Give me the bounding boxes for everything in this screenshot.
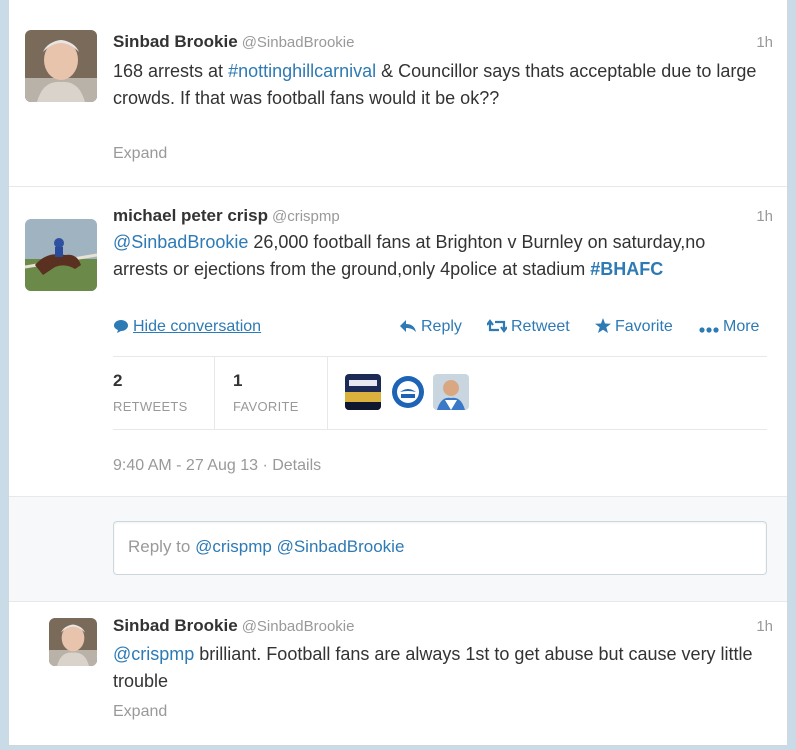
tweet-timestamp[interactable]: 9:40 AM - 27 Aug 13 [113, 457, 258, 474]
reply-input[interactable]: Reply to @crispmp @SinbadBrookie [113, 521, 767, 575]
expand-link[interactable]: Expand [113, 703, 167, 721]
tweet-text-part: brilliant. Football fans are always 1st … [113, 644, 753, 691]
tweet-time[interactable]: 1h [756, 618, 773, 635]
stat-divider [214, 357, 215, 429]
avatar[interactable] [25, 219, 97, 291]
avatar[interactable] [390, 374, 426, 410]
star-icon [595, 318, 611, 333]
author-name[interactable]: michael peter crisp [113, 206, 268, 225]
retweets-label: RETWEETS [113, 399, 188, 414]
tweet-text-part: 168 arrests at [113, 61, 229, 81]
reply-prefix: Reply to [128, 537, 196, 556]
reply-button[interactable]: Reply [399, 318, 462, 336]
more-button[interactable]: More [699, 318, 759, 336]
avatar[interactable] [49, 618, 97, 666]
avatar[interactable] [345, 374, 381, 410]
tweet-time[interactable]: 1h [756, 34, 773, 51]
retweets-count: 2 [113, 371, 123, 390]
reply-placeholder: Reply to @crispmp @SinbadBrookie [128, 537, 404, 557]
reply-zone: Reply to @crispmp @SinbadBrookie [9, 496, 787, 602]
favorite-button[interactable]: Favorite [595, 318, 673, 336]
author-handle[interactable]: @SinbadBrookie [242, 34, 355, 51]
author-handle[interactable]: @SinbadBrookie [242, 618, 355, 635]
mention-link[interactable]: @crispmp [113, 644, 194, 664]
author-handle[interactable]: @crispmp [272, 208, 340, 225]
avatar[interactable] [25, 30, 97, 102]
reply-arrow-icon [400, 320, 416, 332]
hashtag-link[interactable]: #nottinghillcarnival [228, 61, 376, 81]
tweet-3[interactable]: Sinbad Brookie @SinbadBrookie 1h @crispmp… [9, 601, 787, 746]
favorites-count: 1 [233, 371, 243, 390]
tweet-text: @crispmp brilliant. Football fans are al… [113, 641, 757, 695]
more-dots-icon [699, 327, 719, 333]
reply-mentions: @crispmp @SinbadBrookie [195, 537, 405, 556]
retweets-stat[interactable]: 2 RETWEETS [113, 371, 188, 414]
author-name[interactable]: Sinbad Brookie [113, 616, 238, 635]
hide-conversation-label: Hide conversation [133, 318, 262, 335]
retweet-icon [486, 319, 508, 333]
reply-label: Reply [421, 318, 462, 335]
retweet-button[interactable]: Retweet [486, 318, 570, 336]
retweet-label: Retweet [511, 318, 570, 335]
speech-bubble-icon [114, 320, 128, 333]
mention-link[interactable]: @SinbadBrookie [113, 232, 248, 252]
favorites-stat[interactable]: 1 FAVORITE [233, 371, 299, 414]
tweet-stats: 2 RETWEETS 1 FAVORITE [113, 356, 767, 430]
tweet-text: 168 arrests at #nottinghillcarnival & Co… [113, 58, 757, 112]
tweet-thread: Sinbad Brookie @SinbadBrookie 1h 168 arre… [8, 0, 788, 746]
author-name[interactable]: Sinbad Brookie [113, 32, 238, 51]
hashtag-link[interactable]: #BHAFC [590, 259, 663, 279]
favorites-label: FAVORITE [233, 399, 299, 414]
tweet-meta: 9:40 AM - 27 Aug 13 · Details [113, 457, 322, 474]
tweet-2: michael peter crisp @crispmp 1h @SinbadBr… [9, 187, 787, 496]
stat-divider [327, 357, 328, 429]
tweet-1[interactable]: Sinbad Brookie @SinbadBrookie 1h 168 arre… [9, 0, 787, 186]
expand-link[interactable]: Expand [113, 145, 167, 163]
hide-conversation-button[interactable]: Hide conversation [113, 318, 261, 336]
more-label: More [723, 318, 760, 335]
details-link[interactable]: Details [272, 457, 321, 474]
favorite-label: Favorite [615, 318, 673, 335]
tweet-text: @SinbadBrookie 26,000 football fans at B… [113, 229, 757, 283]
tweet-time[interactable]: 1h [756, 208, 773, 225]
